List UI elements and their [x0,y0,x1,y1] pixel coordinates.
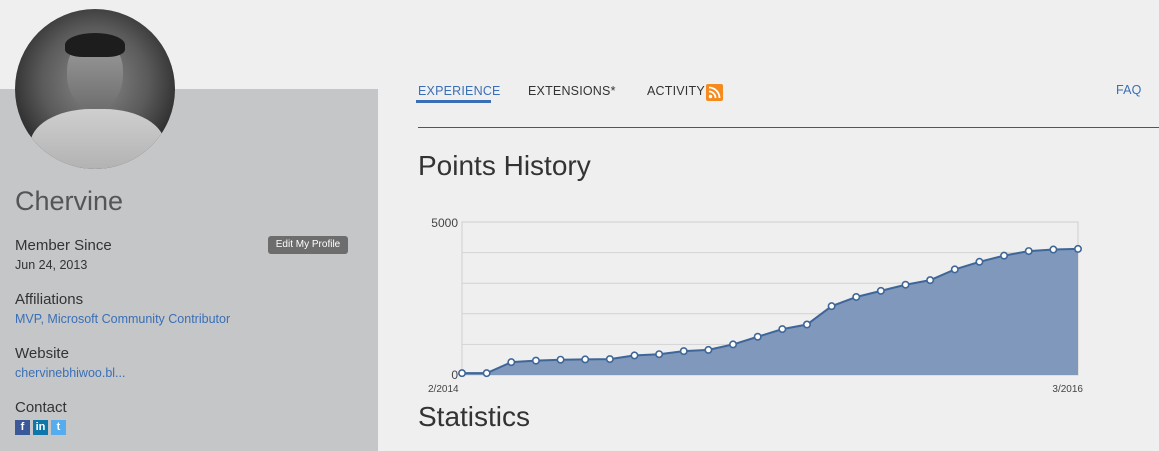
data-point [507,358,516,367]
data-point [630,351,639,360]
affiliations-link[interactable]: MVP, Microsoft Community Contributor [15,312,230,326]
data-point [950,265,959,274]
data-point [655,350,664,359]
twitter-icon[interactable]: t [51,420,66,435]
data-point [1000,251,1009,260]
data-point [1073,244,1082,253]
member-since-value: Jun 24, 2013 [15,258,88,272]
faq-link[interactable]: FAQ [1116,83,1142,97]
data-point [802,320,811,329]
data-point [1024,247,1033,256]
data-point [778,325,787,334]
website-label: Website [15,345,69,362]
data-point [926,276,935,285]
data-point [1049,245,1058,254]
tab-experience[interactable]: EXPERIENCE [418,84,501,98]
linkedin-icon[interactable]: in [33,420,48,435]
facebook-icon[interactable]: f [15,420,30,435]
data-point [852,292,861,301]
avatar [15,9,175,169]
data-point [753,332,762,341]
edit-profile-button[interactable]: Edit My Profile [268,236,348,254]
data-point [556,355,565,364]
points-history-title: Points History [418,150,591,181]
social-links: f in t [15,420,66,435]
data-point [457,369,466,378]
data-point [531,356,540,365]
x-tick-label: 3/2016 [1052,384,1083,395]
affiliations-label: Affiliations [15,291,84,308]
data-point [729,340,738,349]
website-link[interactable]: chervinebhiwoo.bl... [15,366,125,380]
chart-area [462,248,1078,375]
profile-name: Chervine [15,186,124,216]
data-point [679,347,688,356]
data-point [605,355,614,364]
x-tick-label: 2/2014 [428,384,459,395]
tab-extensions[interactable]: EXTENSIONS* [528,84,616,98]
data-point [482,369,491,378]
nav-divider [418,127,1159,128]
data-point [827,302,836,311]
tab-activity[interactable]: ACTIVITY [647,84,705,98]
active-tab-indicator [416,100,491,103]
data-point [581,355,590,364]
contact-label: Contact [15,399,67,416]
statistics-title: Statistics [418,401,531,432]
rss-icon[interactable] [706,84,723,101]
y-tick-label: 0 [451,368,458,382]
points-history-chart: 5000 0 2/2014 3/2016 [428,216,1083,395]
data-point [901,280,910,289]
data-point [704,345,713,354]
data-point [876,286,885,295]
y-tick-label: 5000 [431,216,458,230]
data-point [975,257,984,266]
member-since-label: Member Since [15,237,112,254]
